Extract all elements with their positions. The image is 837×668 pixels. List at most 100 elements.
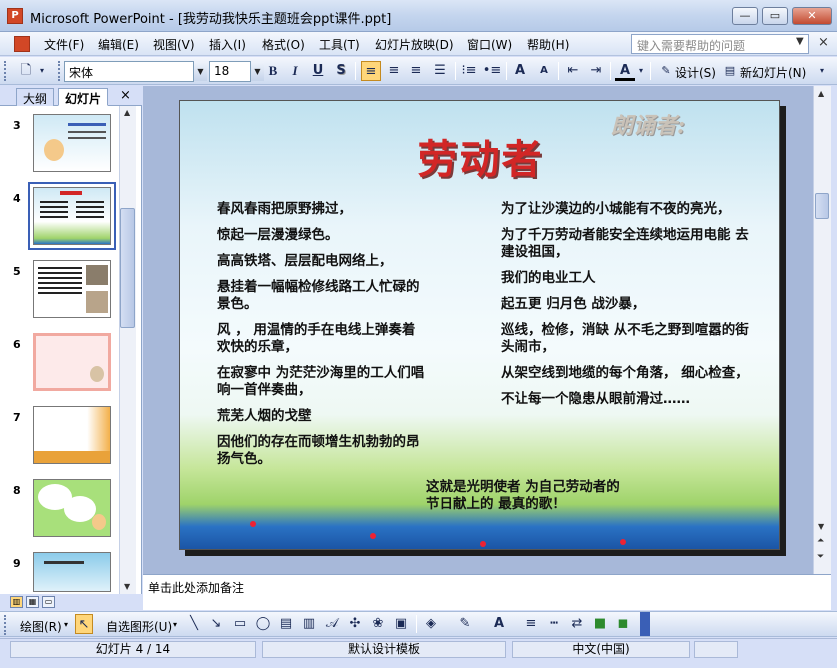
close-icon[interactable]: ✕ <box>792 7 832 25</box>
menu-help[interactable]: 帮助(H) <box>527 36 569 53</box>
diagram-icon[interactable]: ✣ <box>346 614 364 634</box>
menu-tools[interactable]: 工具(T) <box>319 36 360 53</box>
bold-button[interactable]: B <box>263 61 283 81</box>
notes-pane[interactable] <box>143 574 831 610</box>
chevron-down-icon[interactable]: ▾ <box>173 620 177 629</box>
font-color-icon[interactable]: A <box>615 61 635 81</box>
italic-button[interactable]: I <box>285 61 305 81</box>
dash-style-icon[interactable]: ┅ <box>545 614 563 634</box>
menu-file[interactable]: 文件(F) <box>44 36 84 53</box>
poem-closing[interactable]: 这就是光明使者 为自己劳动者的节日献上的 最真的歌！ <box>426 479 626 513</box>
document-close-icon[interactable]: × <box>818 35 829 50</box>
slide-thumbnail-3[interactable] <box>33 114 111 172</box>
tab-outline[interactable]: 大纲 <box>16 88 55 106</box>
select-pointer-icon[interactable]: ↖ <box>75 614 93 634</box>
vertical-textbox-icon[interactable]: ▥ <box>300 614 318 634</box>
3d-style-icon[interactable]: ◼ <box>614 614 632 634</box>
arrow-icon[interactable]: ↘ <box>207 614 225 634</box>
line-icon[interactable]: ╲ <box>185 614 203 634</box>
distribute-icon[interactable]: ☰ <box>430 61 450 81</box>
menu-edit[interactable]: 编辑(E) <box>98 36 139 53</box>
slide-thumbnail-9[interactable] <box>33 552 111 592</box>
decrease-indent-icon[interactable]: ⇤ <box>563 61 583 81</box>
increase-indent-icon[interactable]: ⇥ <box>586 61 606 81</box>
powerpoint-icon[interactable]: P <box>7 8 23 24</box>
toolbar-grip[interactable] <box>4 615 7 635</box>
slide-title[interactable]: 劳动者 <box>180 127 779 185</box>
bullets-icon[interactable]: •≡ <box>482 61 502 81</box>
toolbar-grip[interactable] <box>58 61 61 81</box>
previous-slide-icon[interactable]: ⏶ <box>817 536 824 546</box>
scroll-up-icon[interactable]: ▲ <box>124 108 130 117</box>
slide-thumbnail-8[interactable] <box>33 479 111 537</box>
new-slide-icon[interactable]: ▤ <box>720 61 740 81</box>
font-color-icon[interactable]: A <box>490 614 508 634</box>
font-name-combo[interactable]: 宋体 <box>64 61 194 82</box>
scroll-thumb[interactable] <box>815 193 829 219</box>
align-center-icon[interactable]: ≡ <box>384 61 404 81</box>
scroll-up-icon[interactable]: ▲ <box>818 89 824 98</box>
tab-slides[interactable]: 幻灯片 <box>58 88 109 106</box>
picture-icon[interactable]: ▣ <box>392 614 410 634</box>
chevron-down-icon[interactable]: ▼ <box>796 36 804 47</box>
status-template[interactable]: 默认设计模板 <box>262 641 506 658</box>
slide-thumbnail-6[interactable] <box>33 333 111 391</box>
design-button[interactable]: 设计(S) <box>675 64 716 81</box>
menu-format[interactable]: 格式(O) <box>262 36 305 53</box>
toolbar-grip[interactable] <box>4 61 7 81</box>
menu-insert[interactable]: 插入(I) <box>209 36 246 53</box>
notes-placeholder[interactable]: 单击此处添加备注 <box>148 579 244 596</box>
oval-icon[interactable]: ◯ <box>254 614 272 634</box>
scroll-down-icon[interactable]: ▼ <box>124 582 130 591</box>
poem-right-column[interactable]: 为了让沙漠边的小城能有不夜的亮光， 为了千万劳动者能安全连续地运用电能 去建设祖… <box>501 201 751 417</box>
poem-left-column[interactable]: 春风春雨把原野拂过， 惊起一层漫漫绿色。 高高铁塔、层层配电网络上， 悬挂着一幅… <box>217 201 432 477</box>
scroll-thumb[interactable] <box>120 208 135 328</box>
fill-color-icon[interactable]: ◈ <box>422 614 440 634</box>
scroll-down-icon[interactable]: ▼ <box>818 522 824 531</box>
minimize-icon[interactable]: — <box>732 7 758 25</box>
menu-slideshow[interactable]: 幻灯片放映(D) <box>375 36 454 53</box>
toolbar-options-icon[interactable] <box>640 612 650 636</box>
align-right-icon[interactable]: ≡ <box>406 61 426 81</box>
slide-canvas[interactable]: 朗诵者: 劳动者 春风春雨把原野拂过， 惊起一层漫漫绿色。 高高铁塔、层层配电网… <box>179 100 780 550</box>
slide-thumbnail-7[interactable] <box>33 406 111 464</box>
next-slide-icon[interactable]: ⏷ <box>817 552 824 562</box>
font-size-combo[interactable]: 18 <box>209 61 251 82</box>
underline-button[interactable]: U <box>308 61 328 81</box>
clipart-icon[interactable]: ❀ <box>369 614 387 634</box>
autoshapes-button[interactable]: 自选图形(U) <box>106 618 172 635</box>
line-style-icon[interactable]: ≡ <box>522 614 540 634</box>
shadow-button[interactable]: S <box>331 61 351 81</box>
slide-sorter-view-icon[interactable]: ▦ <box>26 596 39 608</box>
align-left-icon[interactable]: ≡ <box>361 61 381 81</box>
slide-thumbnail-5[interactable] <box>33 260 111 318</box>
rectangle-icon[interactable]: ▭ <box>231 614 249 634</box>
chevron-down-icon[interactable]: ▼ <box>194 62 207 81</box>
shrink-font-icon[interactable]: A <box>534 61 554 81</box>
menu-view[interactable]: 视图(V) <box>153 36 195 53</box>
normal-view-icon[interactable]: ▥ <box>10 596 23 608</box>
new-document-icon[interactable]: 🗋 <box>16 61 36 81</box>
chevron-down-icon[interactable]: ▾ <box>635 61 647 81</box>
numbering-icon[interactable]: ⁝≡ <box>459 61 479 81</box>
draw-menu-button[interactable]: 绘图(R) <box>20 618 62 635</box>
arrow-style-icon[interactable]: ⇄ <box>568 614 586 634</box>
maximize-icon[interactable]: ▭ <box>762 7 788 25</box>
shadow-style-icon[interactable]: ■ <box>591 614 609 634</box>
help-search-input[interactable]: 键入需要帮助的问题 <box>631 34 809 54</box>
textbox-icon[interactable]: ▤ <box>277 614 295 634</box>
document-icon[interactable] <box>14 36 30 52</box>
chevron-down-icon[interactable]: ▾ <box>64 620 68 629</box>
toolbar-options-icon[interactable]: ▾ <box>815 61 829 81</box>
wordart-icon[interactable]: 𝒜 <box>323 614 341 634</box>
menu-window[interactable]: 窗口(W) <box>467 36 512 53</box>
design-icon[interactable]: ✎ <box>656 61 676 81</box>
chevron-down-icon[interactable]: ▾ <box>36 61 48 81</box>
slideshow-view-icon[interactable]: ▭ <box>42 596 55 608</box>
pane-close-icon[interactable]: × <box>120 88 131 103</box>
grow-font-icon[interactable]: A <box>510 61 530 81</box>
slide-scrollbar[interactable] <box>813 86 831 574</box>
line-color-icon[interactable]: ✎ <box>456 614 474 634</box>
slides-pane-scrollbar[interactable] <box>119 106 136 594</box>
slide-thumbnail-4[interactable] <box>33 187 111 245</box>
